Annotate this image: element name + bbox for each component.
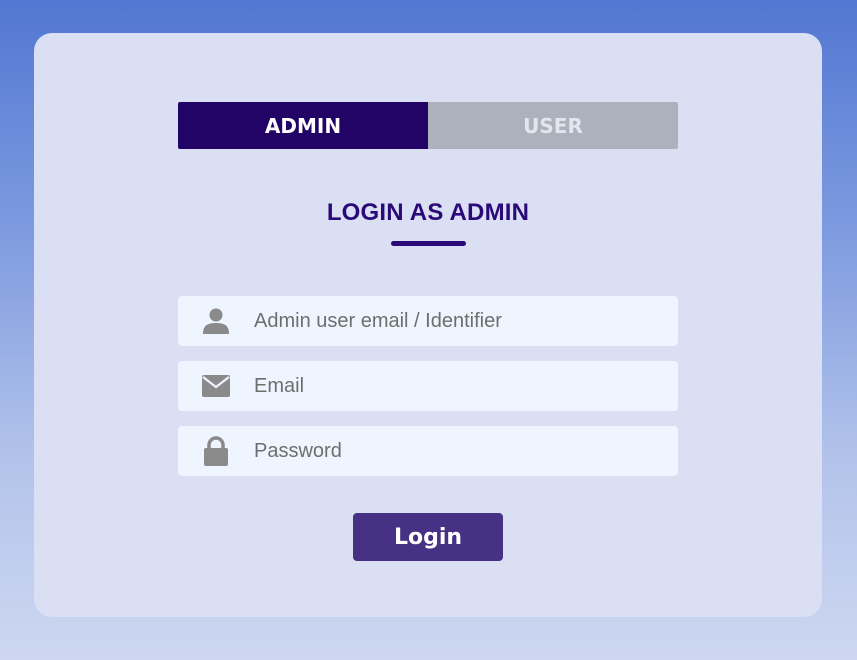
- tab-admin[interactable]: ADMIN: [178, 102, 428, 149]
- title-underline: [391, 241, 466, 246]
- email-field: [178, 361, 678, 411]
- lock-icon: [178, 426, 254, 476]
- identifier-input[interactable]: [254, 301, 654, 341]
- login-button[interactable]: Login: [353, 513, 503, 561]
- email-input[interactable]: [254, 366, 654, 406]
- password-field: [178, 426, 678, 476]
- user-icon: [178, 296, 254, 346]
- tab-user[interactable]: USER: [428, 102, 678, 149]
- envelope-icon: [178, 361, 254, 411]
- page-title: LOGIN AS ADMIN: [326, 199, 530, 226]
- identifier-field: [178, 296, 678, 346]
- role-tabs: ADMIN USER: [178, 102, 678, 149]
- password-input[interactable]: [254, 431, 654, 471]
- login-card: ADMIN USER LOGIN AS ADMIN Admin user ema…: [34, 33, 822, 617]
